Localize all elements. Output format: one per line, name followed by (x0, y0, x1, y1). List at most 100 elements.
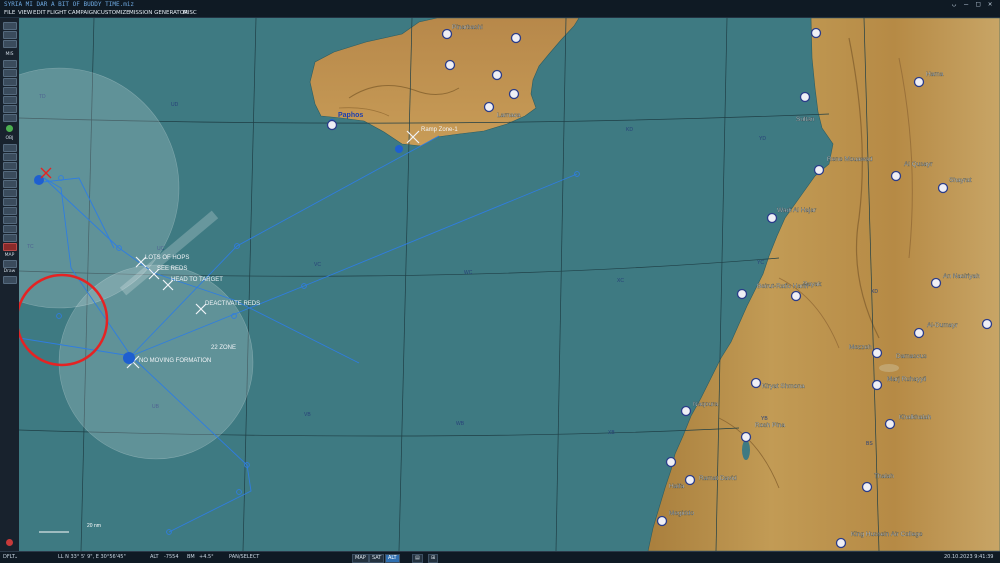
draw-tool-button[interactable] (3, 276, 17, 284)
mission-tool-3-button[interactable] (3, 78, 17, 86)
grid-label: YD (759, 136, 766, 142)
grid-label: KD (626, 127, 633, 133)
maximize-icon[interactable]: □ (976, 0, 980, 9)
left-toolbar: MIS OBJ MAP Draw (0, 18, 20, 551)
airfield-icon[interactable] (813, 164, 825, 176)
airfield-icon[interactable] (750, 377, 762, 389)
airfield-icon[interactable] (483, 101, 495, 113)
record-icon[interactable] (6, 539, 13, 546)
airfield-icon[interactable] (937, 182, 949, 194)
place-label: Larnaca (497, 112, 521, 119)
mission-tool-5-button[interactable] (3, 96, 17, 104)
airfield-icon[interactable] (835, 537, 847, 549)
mission-tool-6-button[interactable] (3, 105, 17, 113)
object-tool-8-button[interactable] (3, 207, 17, 215)
coordinates-readout: LL N 33° 5' 9", E 30°56'45" (58, 554, 126, 560)
minimize-icon[interactable]: — (964, 0, 968, 9)
airfield-icon[interactable] (491, 69, 503, 81)
open-mission-button[interactable] (3, 22, 17, 30)
object-tool-11-button[interactable] (3, 234, 17, 242)
object-tool-2-button[interactable] (3, 153, 17, 161)
map-tool-1-button[interactable] (3, 260, 17, 268)
airfield-icon[interactable] (684, 474, 696, 486)
object-tool-12-button[interactable] (3, 243, 17, 251)
airfield-icon[interactable] (884, 418, 896, 430)
menu-flight[interactable]: FLIGHT (47, 9, 67, 17)
place-label: Marj Ruhayyil (887, 376, 927, 383)
mission-tool-2-button[interactable] (3, 69, 17, 77)
airfield-icon[interactable] (766, 212, 778, 224)
save-mission-button[interactable] (3, 31, 17, 39)
place-label: An Nasiriyah (943, 273, 980, 280)
aircraft-group-icon[interactable] (123, 352, 135, 364)
airfield-icon[interactable] (510, 32, 522, 44)
menu-file[interactable]: FILE (4, 9, 15, 17)
place-label: Rosh Pina (755, 422, 785, 429)
close-icon[interactable]: ✕ (988, 0, 992, 9)
airfield-icon[interactable] (680, 405, 692, 417)
object-tool-7-button[interactable] (3, 198, 17, 206)
object-tool-1-button[interactable] (3, 144, 17, 152)
airfield-icon[interactable] (740, 431, 752, 443)
menu-misc[interactable]: MISC (183, 9, 197, 17)
airfield-icon[interactable] (444, 59, 456, 71)
mission-tool-7-button[interactable] (3, 114, 17, 122)
map-scale-label: 20 nm (87, 523, 101, 529)
draw-section-label: Draw (3, 269, 16, 274)
airfield-icon[interactable] (326, 119, 338, 131)
grid-label: XC (617, 278, 624, 284)
object-tool-5-button[interactable] (3, 180, 17, 188)
menu-customize[interactable]: CUSTOMIZE (97, 9, 130, 17)
annotation-label: DEACTIVATE REDS (205, 301, 260, 307)
annotation-label: SEE REDS (157, 266, 187, 272)
airfield-icon[interactable] (913, 327, 925, 339)
airfield-icon[interactable] (981, 318, 993, 330)
object-tool-3-button[interactable] (3, 162, 17, 170)
airfield-icon[interactable] (790, 290, 802, 302)
edit-mode-label: PAN/SELECT (229, 554, 260, 560)
annotation-label: Ramp Zone-1 (421, 127, 458, 133)
airfield-icon[interactable] (871, 379, 883, 391)
grid-label: BS (866, 441, 873, 447)
airfield-icon[interactable] (508, 88, 520, 100)
airfield-icon[interactable] (913, 76, 925, 88)
place-label: Paphos (338, 112, 363, 119)
airfield-icon[interactable] (736, 288, 748, 300)
place-label: Hama (926, 71, 944, 78)
place-label: Sultan (796, 116, 815, 123)
airfield-icon[interactable] (871, 347, 883, 359)
grid-label: YC (757, 260, 764, 266)
object-tool-10-button[interactable] (3, 225, 17, 233)
annotation-label: NO MOVING FORMATION (139, 358, 211, 364)
new-mission-button[interactable] (3, 40, 17, 48)
menu-mission-generator[interactable]: MISSION GENERATOR (129, 9, 188, 17)
chevron-down-icon[interactable]: ⌄ (14, 552, 18, 563)
airfield-icon[interactable] (810, 27, 822, 39)
airfield-icon[interactable] (441, 28, 453, 40)
place-label: Beirut-Rafic Hariri (757, 283, 808, 290)
grid-label: XB (608, 430, 615, 436)
menu-edit[interactable]: EDIT (33, 9, 46, 17)
place-label: Mezzeh (849, 344, 872, 351)
airfield-icon[interactable] (861, 481, 873, 493)
menu-view[interactable]: VIEW (18, 9, 32, 17)
airfield-icon[interactable] (665, 456, 677, 468)
object-tool-4-button[interactable] (3, 171, 17, 179)
airfield-icon[interactable] (930, 277, 942, 289)
airfield-icon[interactable] (799, 91, 811, 103)
menu-campaign[interactable]: CAMPAIGN (68, 9, 97, 17)
grid-label: WC (464, 270, 473, 276)
mission-tool-1-button[interactable] (3, 60, 17, 68)
object-tool-9-button[interactable] (3, 216, 17, 224)
grid-label: XD (871, 289, 878, 295)
map-viewport[interactable]: TD UD TC UC VC WC XC YC UB VB WB XB YB B… (19, 18, 1000, 551)
airfield-icon[interactable] (890, 170, 902, 182)
object-tool-6-button[interactable] (3, 189, 17, 197)
mission-tool-4-button[interactable] (3, 87, 17, 95)
place-label: Al-Dumayr (927, 322, 959, 329)
aircraft-group-icon[interactable] (395, 145, 403, 153)
place-label: Damascus (896, 353, 927, 360)
airfield-icon[interactable] (656, 515, 668, 527)
date-time: 20.10.2023 9:41:39 (944, 554, 994, 560)
place-label: Shayrat (949, 177, 972, 184)
